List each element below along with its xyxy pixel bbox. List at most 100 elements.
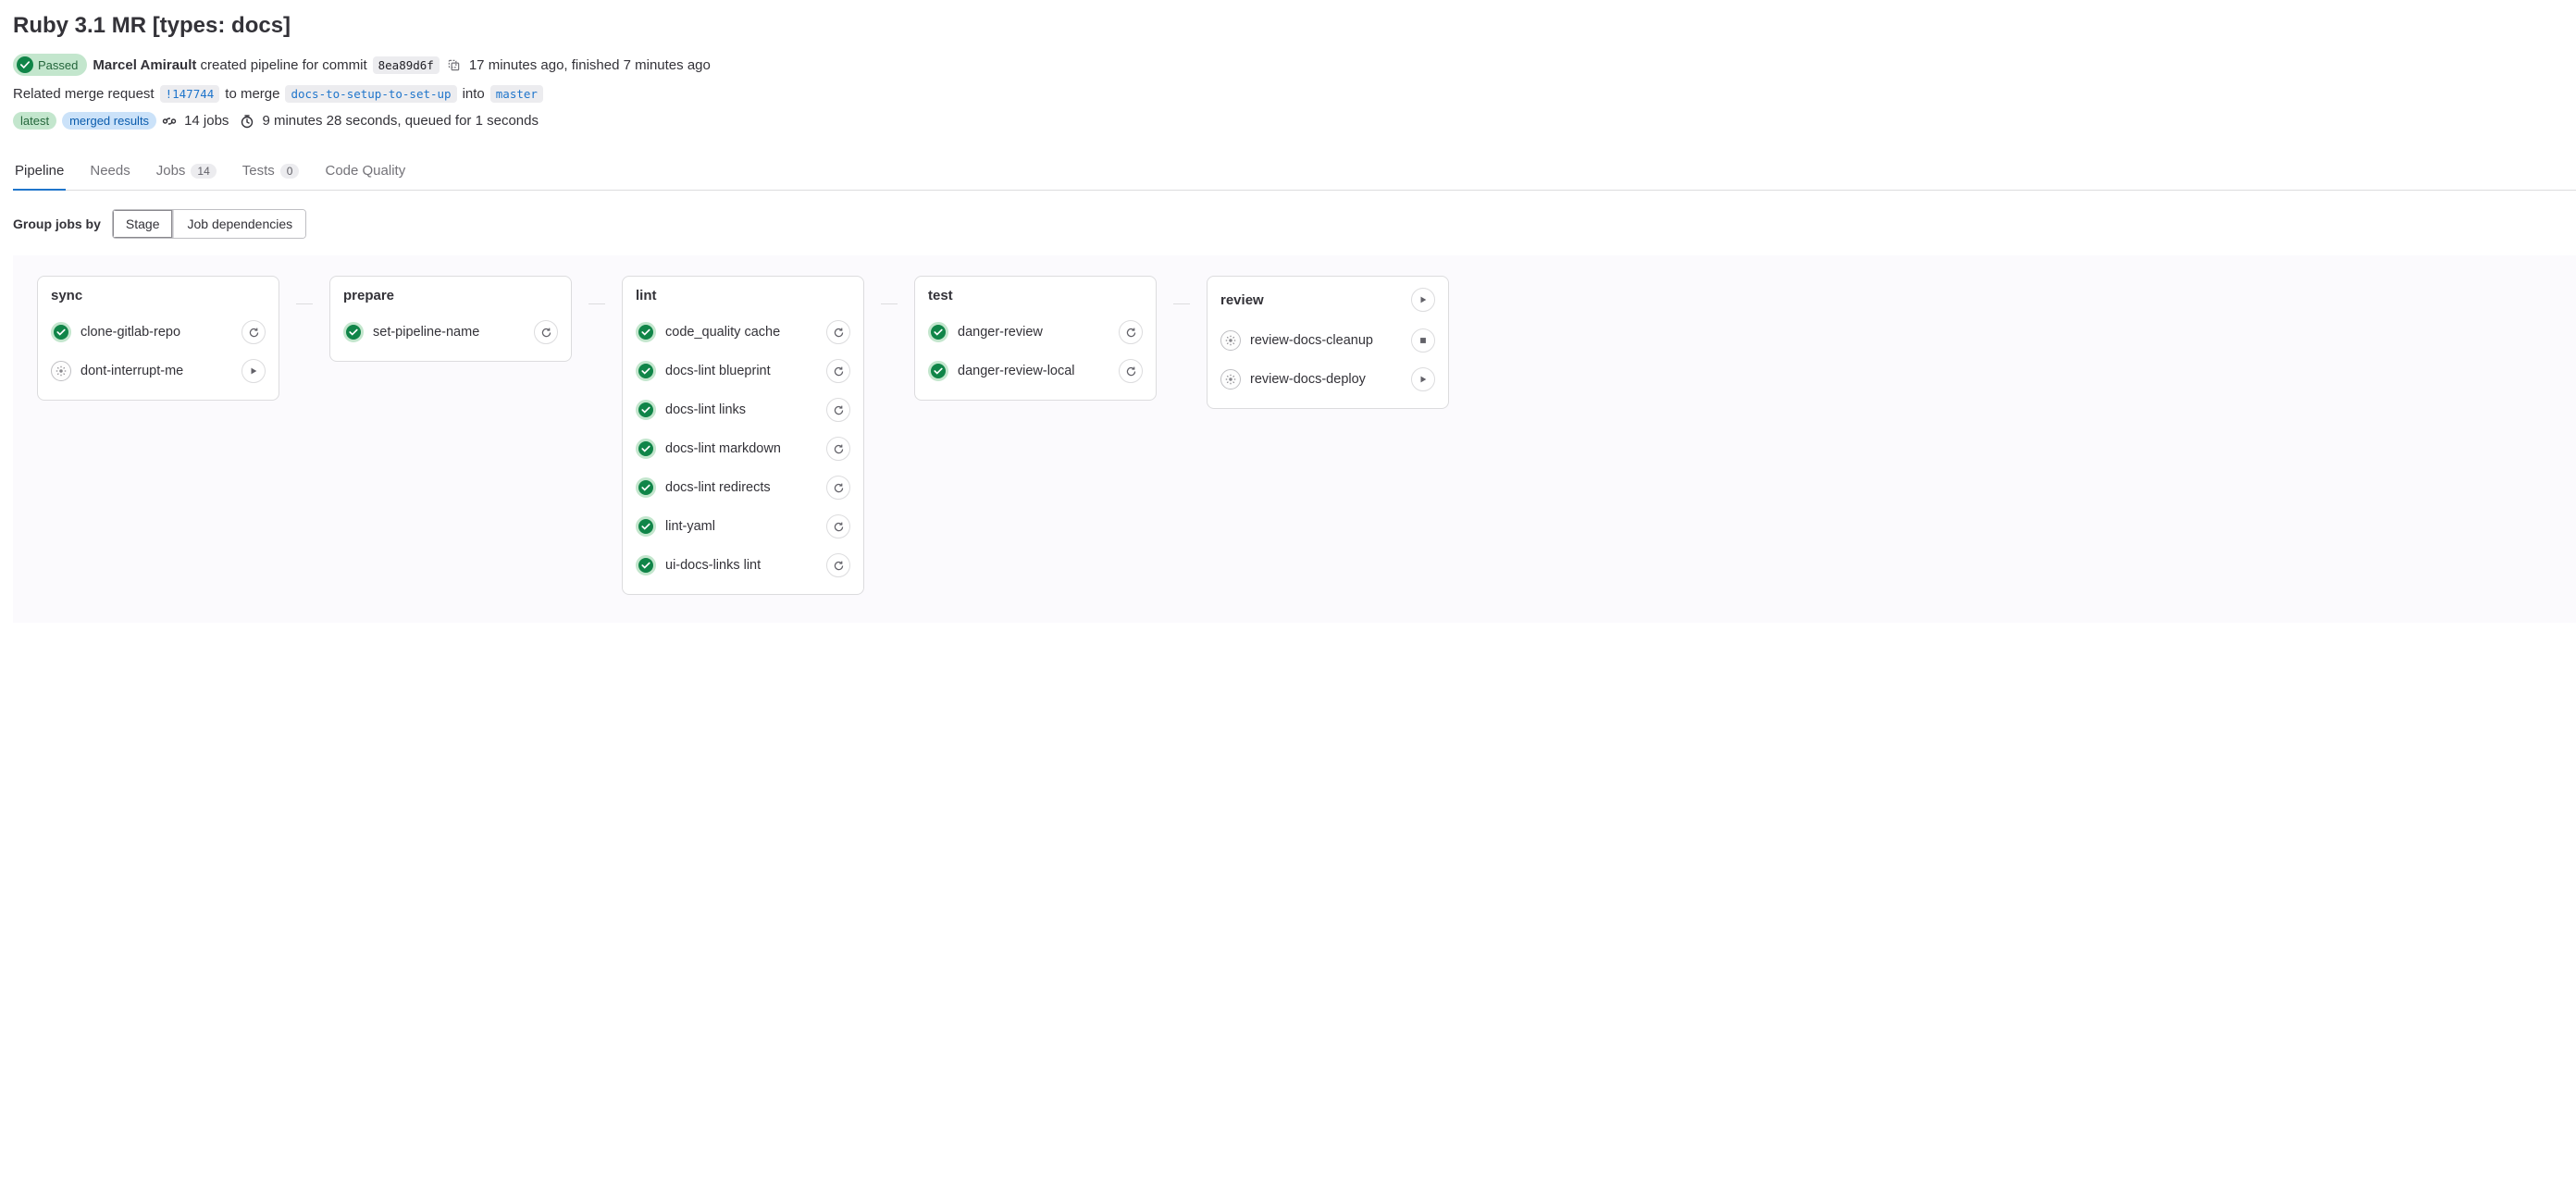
- job-name: review-docs-cleanup: [1250, 333, 1373, 348]
- job-name: clone-gitlab-repo: [80, 325, 180, 340]
- group-by-label: Group jobs by: [13, 217, 101, 231]
- retry-button[interactable]: [826, 437, 850, 461]
- stage-name: prepare: [343, 288, 394, 303]
- job-row[interactable]: lint-yaml: [636, 507, 850, 546]
- target-branch[interactable]: master: [490, 85, 543, 103]
- mr-id[interactable]: !147744: [160, 85, 220, 103]
- related-prefix: Related merge request: [13, 86, 155, 102]
- job-name: review-docs-deploy: [1250, 372, 1366, 387]
- retry-button[interactable]: [826, 476, 850, 500]
- status-passed-icon: [636, 477, 656, 498]
- stage-card: prepare set-pipeline-name: [329, 276, 572, 362]
- retry-button[interactable]: [826, 359, 850, 383]
- retry-button[interactable]: [1119, 359, 1143, 383]
- job-name: docs-lint blueprint: [665, 364, 771, 378]
- group-by-stage-button[interactable]: Stage: [113, 210, 174, 238]
- job-row[interactable]: code_quality cache: [636, 313, 850, 352]
- job-row[interactable]: docs-lint markdown: [636, 429, 850, 468]
- related-mr-row: Related merge request !147744 to merge d…: [13, 85, 2576, 103]
- retry-button[interactable]: [826, 514, 850, 538]
- pipeline-graph: sync clone-gitlab-repo dont-interrupt-me pr…: [13, 255, 2576, 623]
- into-text: into: [463, 86, 485, 102]
- status-passed-icon: [636, 322, 656, 342]
- play-button[interactable]: [242, 359, 266, 383]
- group-by-row: Group jobs by Stage Job dependencies: [13, 209, 2576, 239]
- tab-jobs-count: 14: [191, 164, 216, 179]
- status-passed-icon: [636, 439, 656, 459]
- job-row[interactable]: review-docs-cleanup: [1220, 321, 1435, 360]
- job-row[interactable]: clone-gitlab-repo: [51, 313, 266, 352]
- job-row[interactable]: docs-lint redirects: [636, 468, 850, 507]
- job-name: lint-yaml: [665, 519, 715, 534]
- stage-name: lint: [636, 288, 657, 303]
- author-name[interactable]: Marcel Amirault: [93, 57, 196, 73]
- job-name: docs-lint links: [665, 402, 746, 417]
- stage-play-button[interactable]: [1411, 288, 1435, 312]
- latest-pill: latest: [13, 112, 56, 130]
- tabs: Pipeline Needs Jobs 14 Tests 0 Code Qual…: [13, 154, 2576, 191]
- merged-results-pill: merged results: [62, 112, 156, 130]
- job-row[interactable]: docs-lint links: [636, 390, 850, 429]
- link-icon: [162, 114, 177, 129]
- to-merge-text: to merge: [225, 86, 279, 102]
- job-name: danger-review-local: [958, 364, 1075, 378]
- stage-card: review review-docs-cleanup review-docs-dep…: [1207, 276, 1449, 409]
- play-button[interactable]: [1411, 367, 1435, 391]
- stage-card: sync clone-gitlab-repo dont-interrupt-me: [37, 276, 279, 401]
- timing-text: 17 minutes ago, finished 7 minutes ago: [469, 57, 711, 73]
- job-row[interactable]: review-docs-deploy: [1220, 360, 1435, 399]
- job-name: docs-lint markdown: [665, 441, 781, 456]
- job-name: code_quality cache: [665, 325, 780, 340]
- retry-button[interactable]: [534, 320, 558, 344]
- job-name: docs-lint redirects: [665, 480, 771, 495]
- job-row[interactable]: docs-lint blueprint: [636, 352, 850, 390]
- stats-row: latest merged results 14 jobs 9 minutes …: [13, 112, 2576, 130]
- retry-button[interactable]: [826, 320, 850, 344]
- copy-icon[interactable]: [445, 56, 464, 74]
- group-by-segment: Stage Job dependencies: [112, 209, 306, 239]
- retry-button[interactable]: [826, 398, 850, 422]
- commit-sha[interactable]: 8ea89d6f: [373, 56, 440, 74]
- stage-name: review: [1220, 292, 1264, 308]
- job-row[interactable]: ui-docs-links lint: [636, 546, 850, 585]
- stage-name: sync: [51, 288, 82, 303]
- tab-jobs[interactable]: Jobs 14: [155, 154, 218, 190]
- stage-card: test danger-review danger-review-local: [914, 276, 1157, 401]
- status-badge: Passed: [13, 54, 87, 76]
- stage-connector: [296, 303, 313, 304]
- retry-button[interactable]: [242, 320, 266, 344]
- stage-connector: [881, 303, 898, 304]
- stage-connector: [588, 303, 605, 304]
- status-passed-icon: [928, 322, 948, 342]
- tab-pipeline[interactable]: Pipeline: [13, 154, 66, 190]
- tab-jobs-label: Jobs: [156, 163, 186, 179]
- retry-button[interactable]: [826, 553, 850, 577]
- status-passed-icon: [343, 322, 364, 342]
- duration-text: 9 minutes 28 seconds, queued for 1 secon…: [262, 113, 539, 129]
- source-branch[interactable]: docs-to-setup-to-set-up: [285, 85, 456, 103]
- check-icon: [17, 56, 33, 73]
- job-name: danger-review: [958, 325, 1043, 340]
- stop-button[interactable]: [1411, 328, 1435, 353]
- job-row[interactable]: danger-review: [928, 313, 1143, 352]
- status-passed-icon: [636, 400, 656, 420]
- status-passed-icon: [636, 516, 656, 537]
- stage-card: lint code_quality cache docs-lint blueprin…: [622, 276, 864, 595]
- job-row[interactable]: danger-review-local: [928, 352, 1143, 390]
- created-text: created pipeline for commit: [201, 57, 367, 73]
- tab-needs[interactable]: Needs: [88, 154, 131, 190]
- tab-tests-count: 0: [280, 164, 300, 179]
- group-by-deps-button[interactable]: Job dependencies: [173, 210, 305, 238]
- stage-name: test: [928, 288, 953, 303]
- job-row[interactable]: set-pipeline-name: [343, 313, 558, 352]
- tab-tests-label: Tests: [242, 163, 275, 179]
- status-passed-icon: [928, 361, 948, 381]
- tab-tests[interactable]: Tests 0: [241, 154, 302, 190]
- tab-code-quality[interactable]: Code Quality: [323, 154, 407, 190]
- jobs-count: 14 jobs: [184, 113, 229, 129]
- job-name: ui-docs-links lint: [665, 558, 761, 573]
- clock-icon: [240, 114, 254, 129]
- retry-button[interactable]: [1119, 320, 1143, 344]
- job-row[interactable]: dont-interrupt-me: [51, 352, 266, 390]
- status-manual-icon: [1220, 330, 1241, 351]
